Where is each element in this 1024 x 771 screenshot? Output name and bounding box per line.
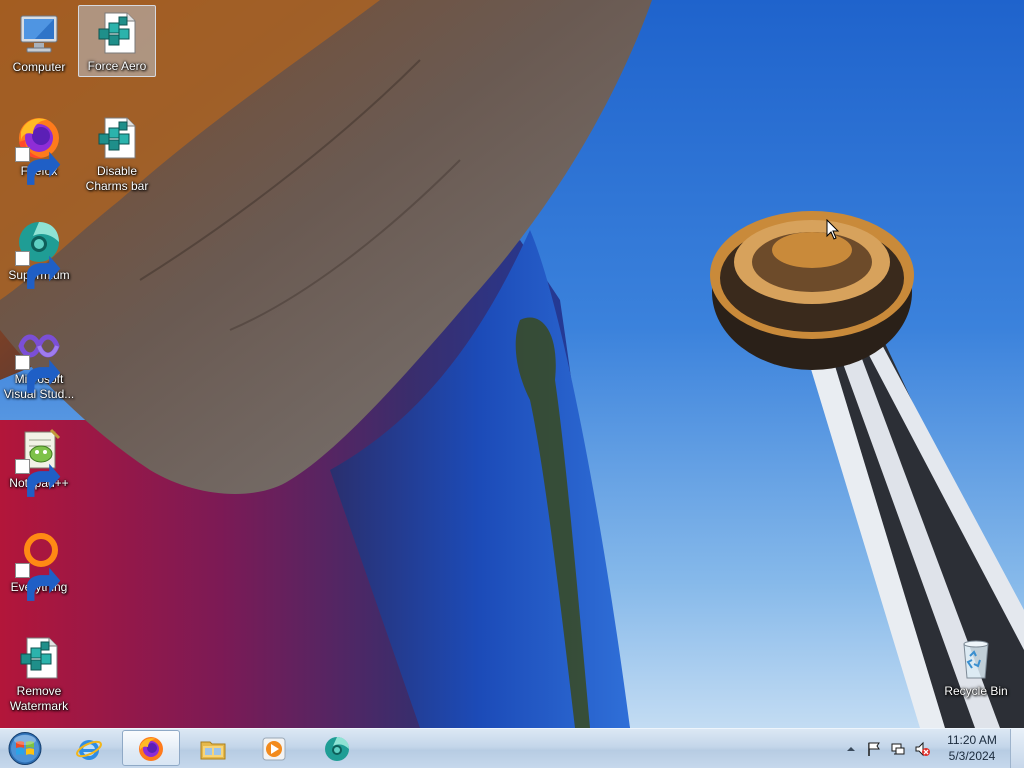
desktop-icon-label: Remove Watermark [9,684,69,713]
desktop-icon-firefox[interactable]: Firefox [0,110,78,185]
internet-explorer-icon [76,740,102,760]
show-hidden-icons-button[interactable] [843,741,859,757]
registry-file-icon [15,634,63,682]
windows-start-orb-icon [8,732,42,765]
desktop-icon-force-aero[interactable]: Force Aero [78,5,156,77]
desktop-icon-everything[interactable]: Everything [0,526,78,601]
start-button[interactable] [5,730,45,767]
taskbar-firefox[interactable] [122,730,180,766]
desktop-icon-label: Disable Charms bar [85,164,149,193]
desktop-icon-disable-charms-bar[interactable]: Disable Charms bar [78,110,156,197]
clock-time: 11:20 AM [947,733,997,747]
desktop-icon-remove-watermark[interactable]: Remove Watermark [0,630,78,717]
shortcut-arrow-icon [15,563,61,601]
volume-tray[interactable] [914,741,930,757]
desktop-icon-visual-studio[interactable]: Microsoft Visual Stud... [0,318,78,405]
taskbar: 11:20 AM 5/3/2024 [0,728,1024,768]
taskbar-internet-explorer[interactable] [60,730,118,766]
shortcut-arrow-icon [15,355,61,393]
volume-muted-icon [915,741,930,757]
computer-icon [15,10,63,58]
taskbar-media-player[interactable] [245,730,303,766]
firefox-icon [139,737,163,761]
network-tray[interactable] [890,741,906,757]
registry-file-icon [93,9,141,57]
network-icon [891,743,905,755]
folder-icon [200,741,226,760]
desktop-icon-notepadpp[interactable]: Notepad++ [0,422,78,497]
shortcut-arrow-icon [15,251,61,289]
desktop-icon-label: Recycle Bin [944,684,1008,698]
show-desktop-button[interactable] [1010,729,1024,768]
shortcut-arrow-icon [15,459,61,497]
chevron-up-icon [847,747,855,751]
desktop-icon-label: Force Aero [87,59,147,73]
supermium-icon [15,218,63,289]
desktop-icon-computer[interactable]: Computer [0,6,78,78]
taskbar-windows-explorer[interactable] [184,730,242,766]
clock[interactable]: 11:20 AM 5/3/2024 [940,732,1004,764]
firefox-icon [15,114,63,185]
clock-date: 5/3/2024 [948,749,996,763]
action-center-tray[interactable] [866,741,882,757]
mouse-cursor-icon [826,219,840,240]
media-player-icon [262,737,286,761]
visual-studio-icon [15,322,63,393]
desktop-icon-supermium[interactable]: Supermium [0,214,78,289]
everything-icon [15,530,63,601]
notepadpp-icon [15,426,63,497]
recycle-bin-icon [952,634,1000,682]
supermium-icon [325,737,349,761]
desktop-icon-recycle-bin[interactable]: Recycle Bin [937,630,1015,702]
shortcut-arrow-icon [15,147,61,185]
registry-file-icon [93,114,141,162]
desktop[interactable]: Computer Force Aero Firefox Disable Char… [0,0,1024,728]
flag-icon [868,742,880,756]
desktop-icon-label: Computer [12,60,66,74]
taskbar-supermium[interactable] [308,730,366,766]
